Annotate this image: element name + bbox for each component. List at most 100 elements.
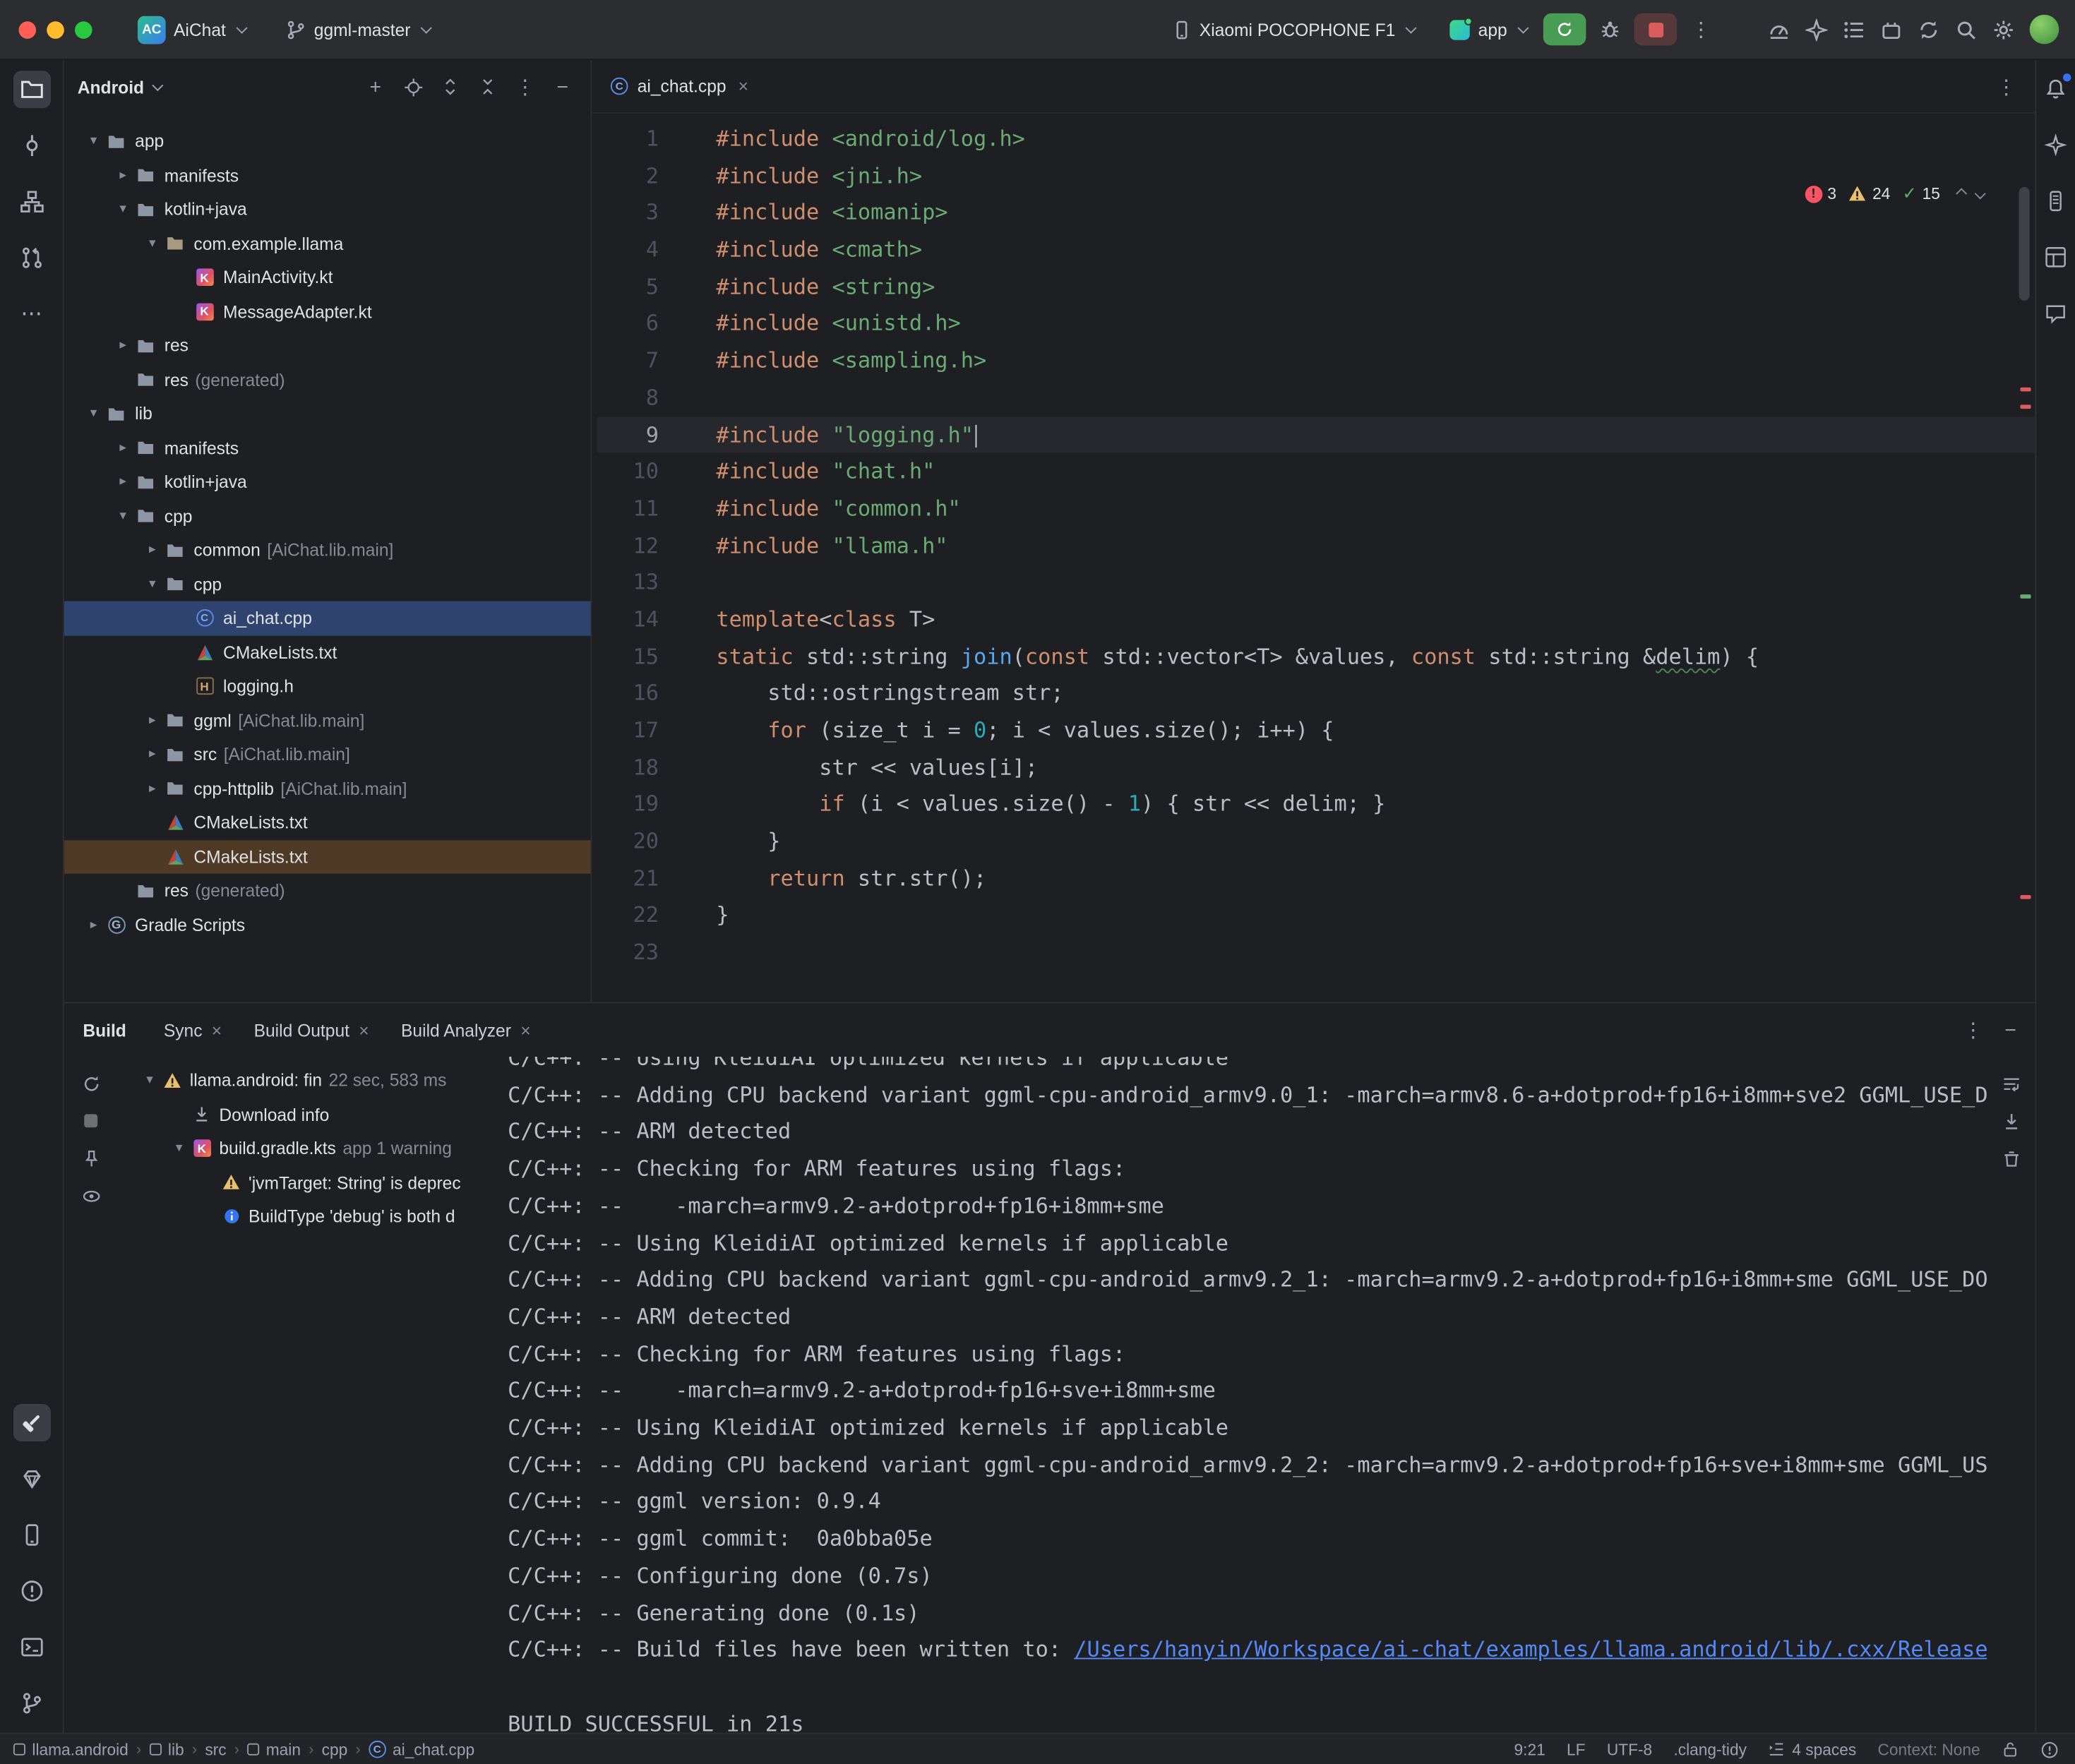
breadcrumb-main[interactable]: main	[247, 1740, 301, 1758]
branch-selector[interactable]: ggml-master	[275, 14, 441, 45]
inspections-widget[interactable]: ! 3 24 ✓ 15	[1800, 180, 1990, 207]
error-stripe-mark[interactable]	[2020, 404, 2031, 409]
line-separator[interactable]: LF	[1567, 1740, 1586, 1758]
error-stripe-mark[interactable]	[2020, 895, 2031, 899]
indent-settings[interactable]: 4 spaces	[1768, 1740, 1856, 1758]
breadcrumb-llama-android[interactable]: llama.android	[13, 1740, 128, 1758]
commit-tool-button[interactable]	[13, 127, 50, 164]
passed-count[interactable]: ✓ 15	[1902, 183, 1939, 204]
hide-panel-icon[interactable]: −	[548, 72, 578, 102]
chevron-expanded-icon[interactable]: ▾	[112, 509, 133, 524]
minimize-window-button[interactable]	[47, 20, 64, 38]
profile-avatar[interactable]	[2030, 15, 2059, 44]
stop-build-icon[interactable]	[75, 1105, 107, 1136]
tree-item-ai-chat-cpp[interactable]: Cai_chat.cpp	[64, 601, 591, 635]
tree-item-cmakelists-txt[interactable]: CMakeLists.txt	[64, 805, 591, 839]
notifications-icon[interactable]	[2040, 1740, 2059, 1758]
collapse-all-icon[interactable]	[473, 72, 503, 102]
more-run-actions-button[interactable]: ⋮	[1682, 12, 1720, 47]
filter-icon[interactable]	[75, 1180, 107, 1211]
tree-item-res[interactable]: ▸res	[64, 329, 591, 363]
build-tree-item[interactable]: ▾Kbuild.gradle.ktsapp 1 warning	[118, 1132, 495, 1165]
soft-wrap-icon[interactable]	[1995, 1067, 2027, 1099]
tree-item-common[interactable]: ▸common[AiChat.lib.main]	[64, 533, 591, 567]
run-button[interactable]	[1543, 13, 1586, 45]
gemini-icon[interactable]	[1797, 12, 1834, 47]
settings-gear-icon[interactable]	[1984, 12, 2021, 47]
run-config-selector[interactable]: app	[1440, 14, 1538, 45]
tree-item-cpp[interactable]: ▾cpp	[64, 567, 591, 601]
tree-item-manifests[interactable]: ▸manifests	[64, 158, 591, 192]
rerun-build-icon[interactable]	[75, 1067, 107, 1099]
problems-tool-button[interactable]	[13, 1572, 50, 1609]
project-tool-button[interactable]	[13, 71, 50, 108]
tree-item-manifests[interactable]: ▸manifests	[64, 431, 591, 464]
clear-console-icon[interactable]	[1995, 1142, 2027, 1174]
close-window-button[interactable]	[18, 20, 36, 38]
zoom-window-button[interactable]	[75, 20, 92, 38]
device-manager-tool-button[interactable]	[13, 1516, 50, 1554]
locate-file-icon[interactable]	[398, 72, 428, 102]
breadcrumb-lib[interactable]: lib	[149, 1740, 184, 1758]
chevron-expanded-icon[interactable]: ▾	[83, 134, 104, 149]
chevron-collapsed-icon[interactable]: ▸	[142, 781, 163, 796]
editor-scrollbar[interactable]	[2019, 187, 2030, 301]
todo-list-icon[interactable]	[1834, 12, 1872, 47]
tree-item-res[interactable]: res(generated)	[64, 874, 591, 908]
file-encoding[interactable]: UTF-8	[1607, 1740, 1652, 1758]
pull-requests-tool-button[interactable]	[13, 239, 50, 277]
chevron-collapsed-icon[interactable]: ▸	[112, 338, 133, 353]
device-explorer-tool-button[interactable]	[2038, 183, 2073, 217]
assistant-chat-tool-button[interactable]	[2038, 295, 2073, 330]
caret-position[interactable]: 9:21	[1514, 1740, 1545, 1758]
tree-item-src[interactable]: ▸src[AiChat.lib.main]	[64, 738, 591, 772]
tree-item-messageadapter-kt[interactable]: KMessageAdapter.kt	[64, 294, 591, 328]
build-variants-tool-button[interactable]	[13, 1460, 50, 1498]
build-tree-item[interactable]: BuildType 'debug' is both d	[118, 1199, 495, 1233]
chevron-expanded-icon[interactable]: ▾	[168, 1141, 189, 1156]
device-selector[interactable]: Xiaomi POCOPHONE F1	[1161, 14, 1426, 45]
notifications-tool-button[interactable]	[2038, 71, 2073, 105]
chevron-collapsed-icon[interactable]: ▸	[142, 747, 163, 762]
chevron-collapsed-icon[interactable]: ▸	[83, 918, 104, 932]
hide-build-panel-icon[interactable]: −	[2004, 1019, 2016, 1041]
tab-build-analyzer[interactable]: Build Analyzer×	[388, 1003, 544, 1057]
terminal-tool-button[interactable]	[13, 1628, 50, 1666]
version-control-tool-button[interactable]	[13, 1684, 50, 1722]
context-indicator[interactable]: Context: None	[1877, 1740, 1980, 1758]
breadcrumb-ai-chat-cpp[interactable]: Cai_chat.cpp	[369, 1740, 474, 1758]
sync-project-icon[interactable]	[1909, 12, 1947, 47]
plugins-icon[interactable]	[1872, 12, 1909, 47]
breadcrumb-src[interactable]: src	[205, 1740, 226, 1758]
tree-item-app[interactable]: ▾app	[64, 124, 591, 158]
more-tool-windows-button[interactable]: ⋯	[13, 295, 50, 332]
tab-options-icon[interactable]: ⋮	[1996, 74, 2016, 98]
build-tool-button[interactable]	[13, 1404, 50, 1441]
build-tree-item[interactable]: ▾llama.android: fin22 sec, 583 ms	[118, 1063, 495, 1097]
tree-item-com-example-llama[interactable]: ▾com.example.llama	[64, 227, 591, 260]
next-problem-icon[interactable]	[1975, 188, 1986, 199]
chevron-collapsed-icon[interactable]: ▸	[112, 168, 133, 183]
chevron-collapsed-icon[interactable]: ▸	[142, 713, 163, 728]
close-tab-icon[interactable]: ×	[738, 76, 748, 96]
layout-inspector-tool-button[interactable]	[2038, 239, 2073, 274]
breadcrumb-cpp[interactable]: cpp	[322, 1740, 348, 1758]
chevron-expanded-icon[interactable]: ▾	[139, 1073, 160, 1088]
build-tree-item[interactable]: 'jvmTarget: String' is deprec	[118, 1165, 495, 1199]
chevron-collapsed-icon[interactable]: ▸	[112, 474, 133, 489]
profiler-icon[interactable]	[1759, 12, 1797, 47]
chevron-expanded-icon[interactable]: ▾	[83, 407, 104, 421]
warning-count[interactable]: 24	[1848, 184, 1890, 203]
chevron-expanded-icon[interactable]: ▾	[142, 236, 163, 251]
build-panel-title[interactable]: Build	[83, 1020, 126, 1040]
error-stripe-mark[interactable]	[2020, 388, 2031, 392]
tab-sync[interactable]: Sync×	[150, 1003, 235, 1057]
tree-item-gradle-scripts[interactable]: ▸GGradle Scripts	[64, 908, 591, 942]
stop-button[interactable]	[1634, 13, 1678, 45]
chevron-expanded-icon[interactable]: ▾	[112, 202, 133, 217]
build-output-link[interactable]: /Users/hanyin/Workspace/ai-chat/examples…	[1074, 1637, 1987, 1662]
more-options-icon[interactable]: ⋮	[510, 72, 540, 102]
tree-item-kotlin-java[interactable]: ▸kotlin+java	[64, 465, 591, 499]
project-selector[interactable]: AC AiChat	[127, 10, 257, 49]
tree-item-lib[interactable]: ▾lib	[64, 397, 591, 431]
